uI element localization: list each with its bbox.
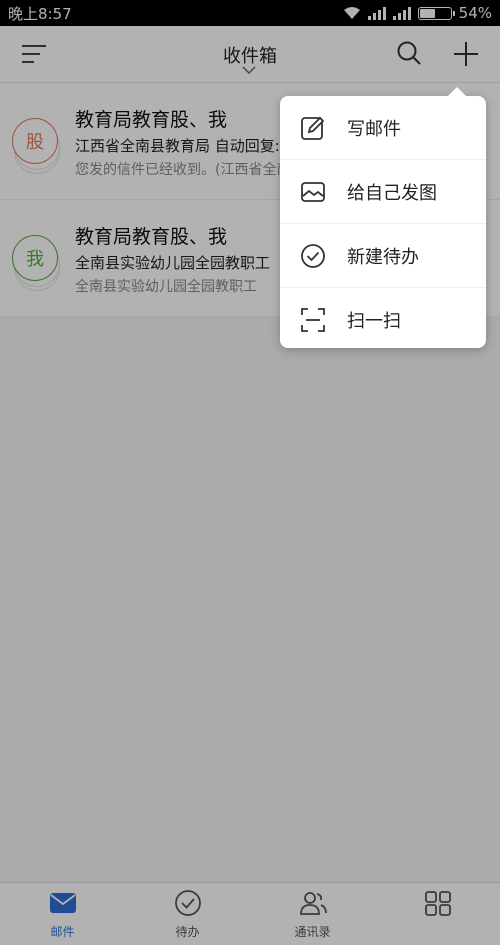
menu-item-label: 给自己发图 xyxy=(347,183,437,204)
compose-icon xyxy=(301,116,325,140)
check-circle-icon xyxy=(301,244,325,268)
menu-item-label: 扫一扫 xyxy=(347,311,401,332)
scan-icon xyxy=(301,308,325,332)
menu-item-scan[interactable]: 扫一扫 xyxy=(280,288,486,351)
menu-item-compose[interactable]: 写邮件 xyxy=(280,96,486,160)
menu-item-send-image-to-self[interactable]: 给自己发图 xyxy=(280,160,486,224)
add-popup-menu: 写邮件 给自己发图 新建待办 扫一扫 xyxy=(280,87,486,351)
menu-item-label: 新建待办 xyxy=(347,247,419,268)
image-icon xyxy=(301,182,325,202)
menu-item-new-todo[interactable]: 新建待办 xyxy=(280,224,486,288)
menu-item-label: 写邮件 xyxy=(347,119,401,140)
